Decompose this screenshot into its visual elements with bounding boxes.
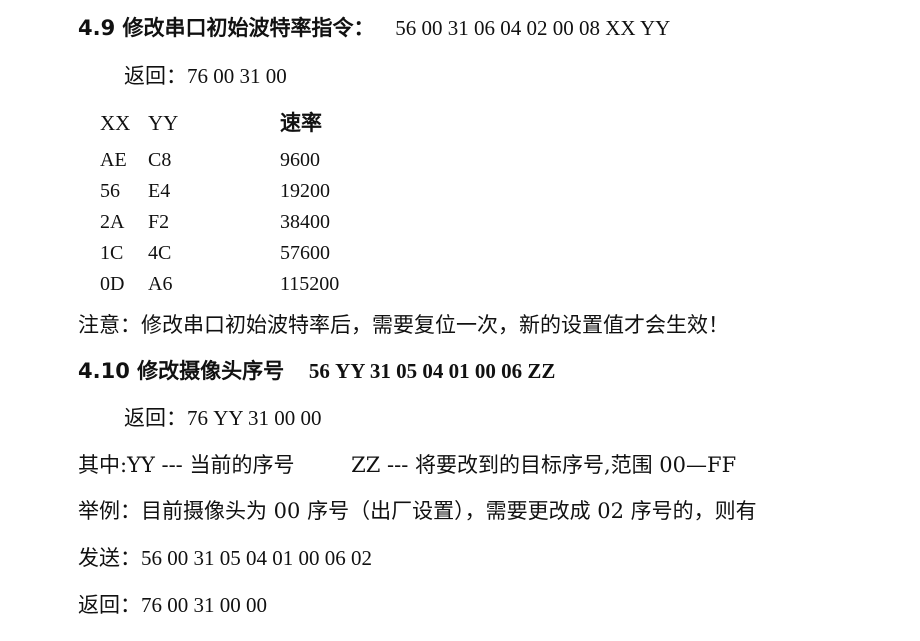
return-label: 返回： (124, 406, 187, 430)
table-cell-yy: E4 (148, 180, 171, 202)
heading-4-10-command: 56 YY 31 05 04 01 00 06 ZZ (308, 359, 556, 383)
table-cell-rate: 38400 (280, 211, 330, 233)
send-label: 发送： (78, 546, 141, 570)
return-value: 76 00 31 00 (187, 64, 287, 88)
return-line-final: 返回：76 00 31 00 00 (78, 592, 267, 618)
heading-4-9-command: 56 00 31 06 04 02 00 08 XX YY (395, 16, 671, 40)
return-value: 76 00 31 00 00 (141, 593, 267, 617)
heading-4-9-title: 4.9 修改串口初始波特率指令： (78, 16, 375, 40)
table-header-xx: XX (100, 111, 131, 135)
return-line-4-9: 返回：76 00 31 00 (124, 63, 287, 89)
table-cell-xx: 1C (100, 242, 124, 264)
table-cell-xx: 0D (100, 273, 125, 295)
table-cell-xx: AE (100, 149, 127, 171)
heading-4-10: 4.10 修改摄像头序号 56 YY 31 05 04 01 00 06 ZZ (78, 358, 555, 384)
example-line: 举例：目前摄像头为 00 序号（出厂设置），需要更改成 02 序号的，则有 (78, 499, 757, 523)
explain-current: 其中:YY --- 当前的序号 (78, 453, 295, 477)
return-value: 76 YY 31 00 00 (187, 406, 322, 430)
table-cell-xx: 2A (100, 211, 125, 233)
explain-line: 其中:YY --- 当前的序号 ZZ --- 将要改到的目标序号,范围 00—F… (78, 452, 736, 478)
table-cell-yy: C8 (148, 149, 172, 171)
table-header-yy: YY (148, 111, 179, 135)
return-label: 返回： (124, 64, 187, 88)
return-line-4-10: 返回：76 YY 31 00 00 (124, 405, 322, 431)
baud-rate-table: XX YY 速率 AE C8 9600 56 E4 19200 2A F2 38… (100, 110, 400, 310)
table-cell-yy: A6 (148, 273, 173, 295)
note-line: 注意：修改串口初始波特率后，需要复位一次，新的设置值才会生效！ (78, 313, 729, 337)
heading-4-10-title: 4.10 修改摄像头序号 (78, 359, 285, 383)
table-cell-yy: F2 (148, 211, 170, 233)
table-cell-yy: 4C (148, 242, 172, 264)
heading-4-9: 4.9 修改串口初始波特率指令： 56 00 31 06 04 02 00 08… (78, 15, 670, 41)
table-cell-rate: 9600 (280, 149, 320, 171)
table-cell-rate: 115200 (280, 273, 340, 295)
table-header-rate: 速率 (280, 111, 322, 135)
table-cell-xx: 56 (100, 180, 120, 202)
table-cell-rate: 57600 (280, 242, 330, 264)
send-value: 56 00 31 05 04 01 00 06 02 (141, 546, 372, 570)
table-cell-rate: 19200 (280, 180, 330, 202)
return-label: 返回： (78, 593, 141, 617)
send-line: 发送：56 00 31 05 04 01 00 06 02 (78, 545, 372, 571)
explain-target: ZZ --- 将要改到的目标序号,范围 00—FF (351, 453, 737, 477)
